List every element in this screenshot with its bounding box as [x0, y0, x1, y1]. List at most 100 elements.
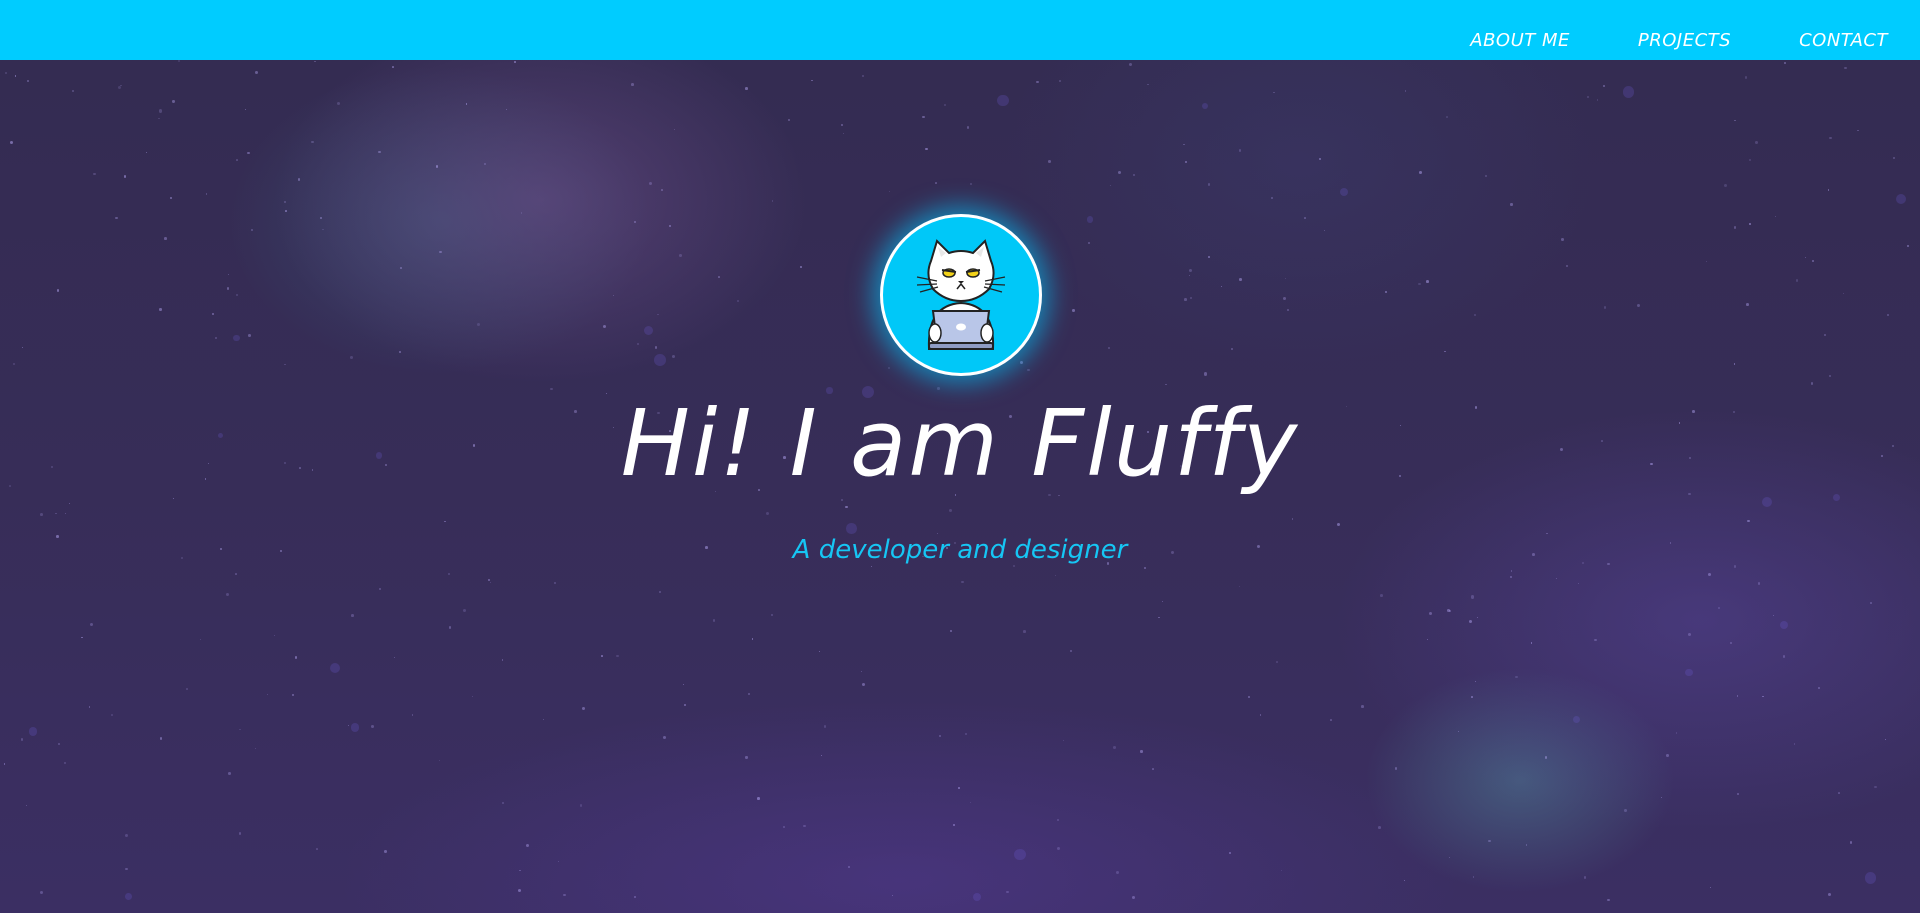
- star-dot: [398, 351, 402, 354]
- nav-link-projects[interactable]: PROJECTS: [1638, 30, 1731, 51]
- star-dot: [1849, 841, 1853, 844]
- star-dot: [1827, 189, 1830, 192]
- star-dot: [1447, 609, 1450, 613]
- star-dot: [1747, 519, 1750, 522]
- star-dot: [948, 508, 952, 512]
- star-dot: [1057, 847, 1061, 851]
- star-dot: [799, 265, 802, 268]
- star-dot: [1736, 793, 1739, 796]
- star-dot: [71, 89, 74, 92]
- star-dot: [1775, 215, 1777, 217]
- star-dot: [1239, 278, 1242, 281]
- star-dot: [1844, 66, 1847, 69]
- star-dot: [476, 322, 480, 326]
- star-dot: [1546, 532, 1548, 534]
- star-dot: [1280, 869, 1283, 872]
- star-dot: [55, 512, 58, 515]
- nav-link-contact[interactable]: CONTACT: [1799, 30, 1888, 51]
- star-dot: [1379, 594, 1383, 597]
- star-dot: [845, 505, 848, 509]
- star-dot: [236, 159, 238, 162]
- star-dot: [671, 355, 675, 359]
- star-dot: [1161, 601, 1164, 603]
- star-dot: [1586, 95, 1589, 98]
- star-dot: [1780, 620, 1789, 630]
- star-dot: [123, 175, 127, 178]
- star-dot: [120, 84, 122, 87]
- star-dot: [1804, 257, 1807, 259]
- star-dot: [935, 182, 937, 184]
- cat-with-laptop-icon: [916, 239, 1006, 350]
- star-dot: [811, 79, 813, 82]
- star-dot: [294, 656, 298, 659]
- star-dot: [1228, 851, 1232, 855]
- star-dot: [226, 287, 229, 290]
- star-dot: [321, 228, 324, 231]
- star-dot: [115, 217, 118, 220]
- star-dot: [1140, 750, 1143, 753]
- star-dot: [1812, 259, 1815, 262]
- star-dot: [1418, 282, 1421, 286]
- star-dot: [1515, 675, 1518, 678]
- nav-link-about-me[interactable]: ABOUT ME: [1470, 30, 1570, 51]
- star-dot: [292, 694, 294, 696]
- star-dot: [1107, 346, 1110, 349]
- star-dot: [736, 299, 740, 303]
- star-dot: [393, 657, 395, 659]
- star-dot: [1666, 754, 1670, 757]
- star-dot: [582, 707, 586, 711]
- star-dot: [514, 61, 516, 63]
- star-dot: [823, 725, 827, 728]
- star-dot: [745, 756, 748, 759]
- star-dot: [1361, 705, 1364, 708]
- star-dot: [1544, 756, 1548, 759]
- star-dot: [543, 718, 545, 720]
- star-dot: [124, 833, 128, 838]
- star-dot: [788, 118, 791, 122]
- star-dot: [1873, 785, 1877, 789]
- star-dot: [563, 893, 566, 897]
- star-dot: [1487, 839, 1491, 843]
- star-dot: [1476, 617, 1479, 619]
- star-dot: [1184, 161, 1187, 163]
- star-dot: [1147, 83, 1149, 85]
- star-dot: [378, 587, 382, 591]
- star-dot: [1474, 680, 1476, 683]
- star-dot: [1339, 187, 1348, 197]
- star-dot: [1895, 193, 1907, 205]
- star-dot: [1458, 731, 1460, 733]
- star-dot: [1864, 871, 1877, 884]
- star-dot: [1622, 86, 1635, 98]
- star-dot: [502, 659, 504, 661]
- star-dot: [124, 867, 128, 871]
- star-dot: [56, 289, 60, 292]
- star-dot: [1761, 496, 1773, 508]
- star-dot: [39, 890, 43, 894]
- star-dot: [1048, 160, 1051, 164]
- star-dot: [1745, 76, 1748, 79]
- star-dot: [1165, 383, 1167, 386]
- star-dot: [616, 654, 620, 658]
- star-dot: [1259, 714, 1262, 716]
- star-dot: [1270, 197, 1273, 200]
- star-dot: [1573, 715, 1581, 723]
- star-dot: [888, 191, 891, 193]
- star-dot: [1624, 809, 1627, 813]
- star-dot: [255, 70, 259, 74]
- star-dot: [1059, 80, 1061, 83]
- star-dot: [1525, 844, 1528, 847]
- star-dot: [462, 608, 466, 613]
- star-dot: [612, 295, 614, 297]
- star-dot: [284, 363, 286, 366]
- star-dot: [1208, 183, 1211, 186]
- star-dot: [557, 860, 560, 863]
- star-dot: [205, 193, 208, 195]
- star-dot: [1566, 265, 1568, 267]
- star-dot: [819, 650, 821, 652]
- star-dot: [238, 728, 241, 731]
- star-dot: [1054, 574, 1057, 576]
- star-dot: [297, 178, 301, 181]
- star-dot: [226, 592, 230, 596]
- star-dot: [447, 572, 451, 576]
- star-dot: [25, 804, 27, 806]
